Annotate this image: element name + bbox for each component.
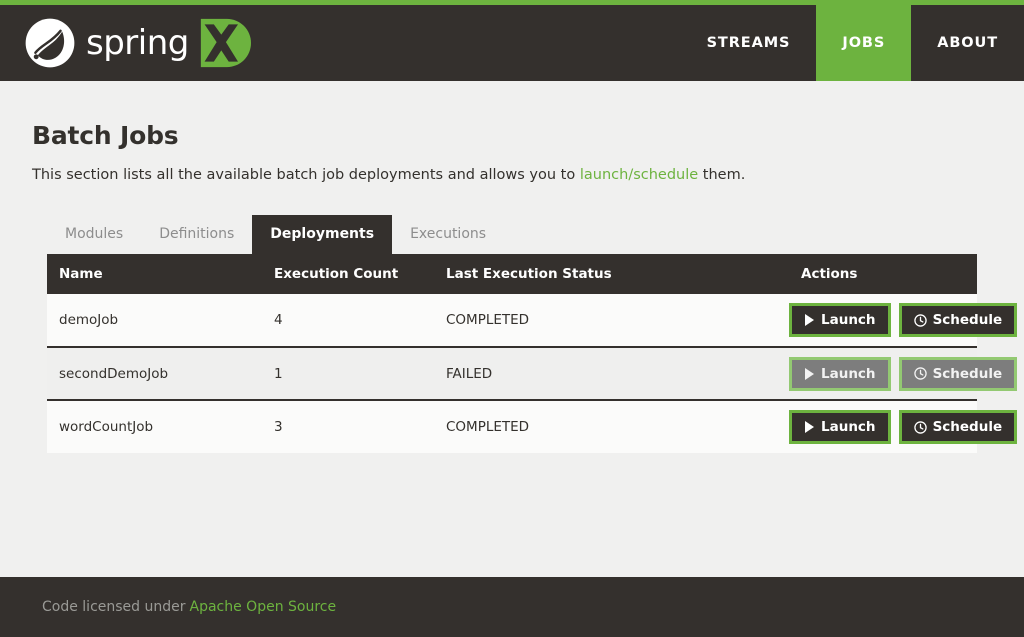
play-icon [805,367,814,380]
main-navigation: STREAMS JOBS ABOUT [681,5,1024,81]
schedule-button[interactable]: Schedule [898,303,1018,337]
cell-actions: Launch Schedule [789,346,1018,400]
launch-button-label: Launch [821,365,876,382]
brand-logo[interactable]: spring [0,5,251,81]
masthead: spring STREAMS JOBS ABOUT [0,5,1024,81]
schedule-button-label: Schedule [932,312,1003,328]
row-action-group: Launch Schedule [789,410,1018,444]
schedule-button[interactable]: Schedule [898,410,1018,444]
nav-item-about[interactable]: ABOUT [911,5,1024,81]
launch-button[interactable]: Launch [789,303,891,337]
page-description-text-after: them. [698,167,746,183]
launch-button-label: Launch [821,419,876,435]
cell-execution-count: 1 [262,346,434,400]
footer-text: Code licensed under [42,599,186,615]
schedule-link[interactable]: schedule [633,167,698,183]
play-icon [805,421,814,433]
launch-link[interactable]: launch [580,167,628,183]
cell-job-name: secondDemoJob [47,346,262,400]
table-row: secondDemoJob 1 FAILED Launch Schedule [47,346,1018,400]
column-header-last-status: Last Execution Status [434,254,789,294]
nav-item-jobs[interactable]: JOBS [816,5,912,81]
tab-modules[interactable]: Modules [47,215,141,254]
row-action-group: Launch Schedule [789,356,1018,391]
page-description-text-before: This section lists all the available bat… [32,167,580,183]
clock-icon [913,313,927,327]
cell-last-execution-status: COMPLETED [434,294,789,347]
cell-actions: Launch Schedule [789,399,1018,453]
column-header-name: Name [47,254,262,294]
brand-wordmark: spring [86,23,189,63]
spring-leaf-icon [25,18,75,68]
page-description: This section lists all the available bat… [32,167,992,183]
table-row: wordCountJob 3 COMPLETED Launch Schedule [47,399,1018,453]
page-title: Batch Jobs [32,121,179,150]
table-body: demoJob 4 COMPLETED Launch Schedule seco… [47,294,1018,453]
launch-button-label: Launch [821,312,876,328]
cell-last-execution-status: COMPLETED [434,399,789,453]
launch-button[interactable]: Launch [789,410,891,444]
table-head: Name Execution Count Last Execution Stat… [47,254,977,294]
schedule-button-label: Schedule [932,365,1003,382]
clock-icon [913,420,927,434]
column-header-actions: Actions [789,254,977,294]
schedule-button-label: Schedule [932,419,1003,435]
launch-button: Launch [789,356,891,391]
apache-license-link[interactable]: Apache Open Source [190,599,337,615]
table-row: demoJob 4 COMPLETED Launch Schedule [47,294,1018,347]
tab-deployments[interactable]: Deployments [252,215,393,254]
play-icon [805,314,814,326]
nav-item-streams[interactable]: STREAMS [681,5,817,81]
cell-job-name: demoJob [47,294,262,347]
xd-badge-icon [200,18,251,68]
deployments-table-wrapper: Name Execution Count Last Execution Stat… [47,254,1018,453]
cell-last-execution-status: FAILED [434,346,789,400]
cell-execution-count: 4 [262,294,434,347]
job-tabs: Modules Definitions Deployments Executio… [47,215,992,254]
page-footer: Code licensed under Apache Open Source [0,577,1024,637]
clock-icon [913,367,927,380]
schedule-button: Schedule [898,356,1018,391]
tab-executions[interactable]: Executions [392,215,504,254]
column-header-execution-count: Execution Count [262,254,434,294]
main-content: Batch Jobs This section lists all the av… [0,81,1024,577]
row-action-group: Launch Schedule [789,303,1018,337]
deployments-table: Name Execution Count Last Execution Stat… [47,254,1018,453]
table-header-row: Name Execution Count Last Execution Stat… [47,254,977,294]
cell-actions: Launch Schedule [789,294,1018,347]
tab-definitions[interactable]: Definitions [141,215,252,254]
cell-execution-count: 3 [262,399,434,453]
cell-job-name: wordCountJob [47,399,262,453]
